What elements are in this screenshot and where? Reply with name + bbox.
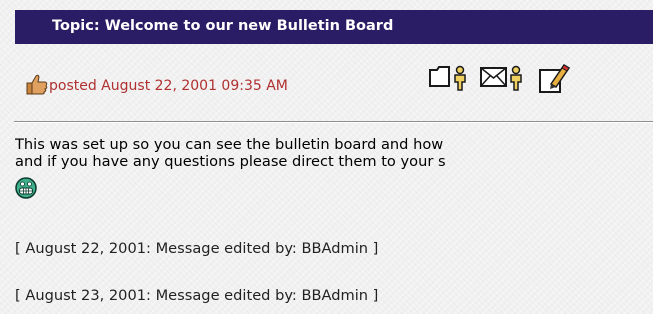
topic-title-bar: Topic: Welcome to our new Bulletin Board xyxy=(15,10,653,44)
post-header: posted August 22, 2001 09:35 AM xyxy=(24,60,644,100)
edit-note: [ August 23, 2001: Message edited by: BB… xyxy=(15,287,379,304)
topic-title: Topic: Welcome to our new Bulletin Board xyxy=(52,18,394,34)
edit-note: [ August 22, 2001: Message edited by: BB… xyxy=(15,240,379,257)
thumbs-up-icon xyxy=(26,74,48,95)
profile-icon[interactable] xyxy=(427,62,469,92)
edit-icon[interactable] xyxy=(537,62,571,94)
posted-date: posted August 22, 2001 09:35 AM xyxy=(49,78,288,94)
email-icon[interactable] xyxy=(479,62,525,92)
post-body: This was set up so you can see the bulle… xyxy=(15,136,653,170)
post-body-line: This was set up so you can see the bulle… xyxy=(15,136,444,153)
post-body-line: and if you have any questions please dir… xyxy=(15,153,446,170)
post-divider xyxy=(14,121,653,123)
grin-icon xyxy=(15,177,37,199)
post-frame: Topic: Welcome to our new Bulletin Board… xyxy=(0,0,653,314)
